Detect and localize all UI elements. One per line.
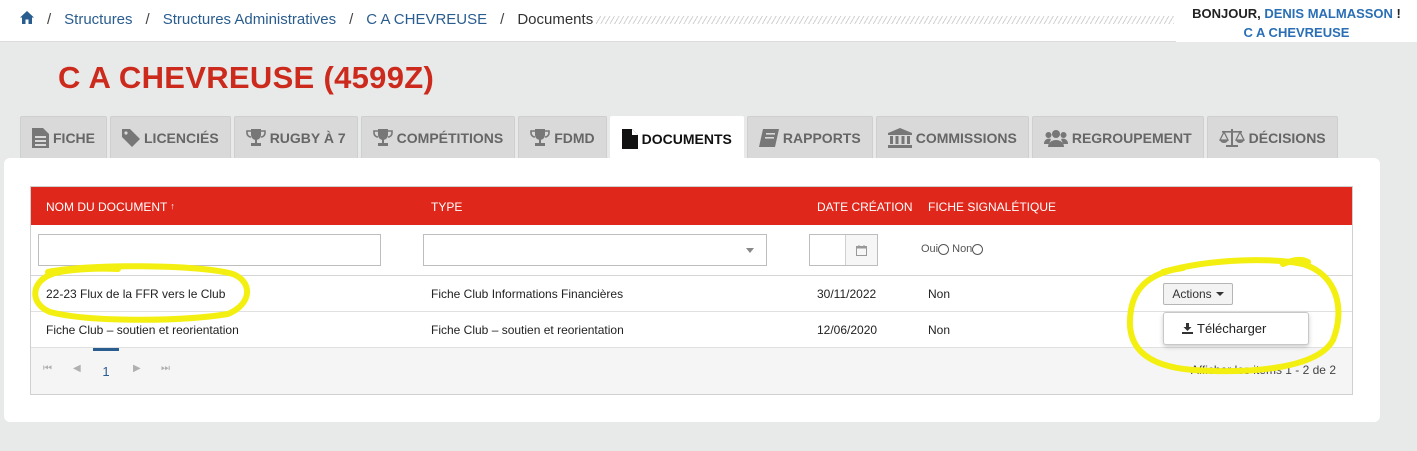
- column-header-type[interactable]: TYPE: [431, 200, 462, 214]
- type-filter-select[interactable]: [423, 234, 767, 266]
- trophy-icon: [530, 128, 551, 146]
- tab-licencies[interactable]: LICENCIÉS: [110, 116, 231, 158]
- fiche-radio-group: Oui Non: [921, 243, 984, 255]
- greeting-hello: BONJOUR,: [1192, 6, 1261, 21]
- tab-rapports[interactable]: RAPPORTS: [746, 116, 873, 158]
- prev-page-icon[interactable]: ◀: [73, 363, 81, 374]
- tab-decisions[interactable]: DÉCISIONS: [1206, 116, 1338, 158]
- cell-date: 30/11/2022: [817, 287, 877, 301]
- actions-label: Actions: [1172, 287, 1212, 301]
- trophy-icon: [245, 128, 266, 146]
- download-label: Télécharger: [1197, 321, 1267, 336]
- top-bar: / Structures / Structures Administrative…: [0, 0, 1417, 42]
- document-icon: [32, 127, 49, 148]
- caret-down-icon: [1215, 292, 1224, 296]
- book-icon: [758, 128, 779, 147]
- tab-label: COMPÉTITIONS: [396, 129, 504, 146]
- actions-button[interactable]: Actions: [1163, 283, 1233, 305]
- date-filter-input[interactable]: [809, 234, 878, 266]
- breadcrumb-structures[interactable]: Structures: [64, 11, 132, 28]
- balance-icon: [1218, 128, 1245, 147]
- tab-documents[interactable]: DOCUMENTS: [609, 116, 744, 160]
- cell-name: 22-23 Flux de la FFR vers le Club: [46, 287, 226, 301]
- column-header-fiche[interactable]: FICHE SIGNALÉTIQUE: [928, 200, 1056, 214]
- tab-regroupement[interactable]: REGROUPEMENT: [1031, 116, 1204, 158]
- radio-oui[interactable]: [938, 243, 950, 255]
- breadcrumb-separator: /: [47, 11, 52, 28]
- users-icon: [1043, 129, 1068, 147]
- tab-label: COMMISSIONS: [915, 129, 1017, 146]
- tab-label: LICENCIÉS: [144, 129, 219, 146]
- user-greeting: BONJOUR, DENIS MALMASSON ! C A CHEVREUSE: [1176, 0, 1417, 42]
- calendar-icon: [856, 244, 867, 256]
- tab-label: DOCUMENTS: [641, 130, 732, 147]
- first-page-icon[interactable]: ⏮: [43, 363, 52, 374]
- page-number[interactable]: 1: [93, 348, 119, 394]
- institution-icon: [887, 127, 912, 148]
- table-row[interactable]: Fiche Club – soutien et reorientation Fi…: [31, 312, 1352, 348]
- actions-dropdown-download[interactable]: Télécharger: [1163, 312, 1309, 345]
- pager: ⏮ ◀ 1 ▶ ⏭ Afficher les items 1 - 2 de 2: [31, 348, 1352, 394]
- cell-type: Fiche Club – soutien et reorientation: [431, 323, 624, 337]
- tab-label: FDMD: [554, 129, 595, 146]
- page-title: C A CHEVREUSE (4599Z): [58, 60, 435, 95]
- grid-header: NOM DU DOCUMENT ↑ TYPE DATE CRÉATION FICH…: [31, 187, 1352, 225]
- table-row[interactable]: 22-23 Flux de la FFR vers le Club Fiche …: [31, 276, 1352, 312]
- breadcrumb-separator: /: [349, 11, 354, 28]
- hatch-decoration: [596, 16, 1174, 24]
- breadcrumb-current: Documents: [517, 11, 594, 28]
- cell-name: Fiche Club – soutien et reorientation: [46, 323, 239, 337]
- tag-icon: [122, 128, 140, 147]
- radio-non-label: Non: [952, 243, 973, 255]
- cell-date: 12/06/2020: [817, 323, 878, 337]
- radio-oui-label: Oui: [921, 243, 939, 255]
- download-icon: [1182, 323, 1193, 334]
- tab-fdmd[interactable]: FDMD: [518, 116, 607, 158]
- cell-type: Fiche Club Informations Financières: [431, 287, 624, 301]
- sort-ascending-icon: ↑: [170, 201, 175, 211]
- next-page-icon[interactable]: ▶: [133, 363, 141, 374]
- tab-label: REGROUPEMENT: [1071, 129, 1192, 146]
- home-icon[interactable]: [20, 11, 34, 28]
- documents-grid: NOM DU DOCUMENT ↑ TYPE DATE CRÉATION FICH…: [30, 186, 1353, 395]
- cell-fiche: Non: [928, 287, 951, 301]
- tab-label: RUGBY À 7: [269, 129, 346, 146]
- pager-info: Afficher les items 1 - 2 de 2: [1190, 363, 1336, 377]
- file-icon: [621, 128, 638, 149]
- breadcrumb-separator: /: [145, 11, 150, 28]
- cell-fiche: Non: [928, 323, 951, 337]
- name-filter-input[interactable]: [38, 234, 381, 266]
- tab-competitions[interactable]: COMPÉTITIONS: [360, 116, 516, 158]
- tab-label: RAPPORTS: [782, 129, 861, 146]
- greeting-suffix: !: [1396, 6, 1401, 21]
- tab-bar: FICHE LICENCIÉS RUGBY À 7 COMPÉTITIONS F…: [20, 116, 1338, 160]
- tab-rugby-a-7[interactable]: RUGBY À 7: [233, 116, 358, 158]
- breadcrumb-club[interactable]: C A CHEVREUSE: [366, 11, 487, 28]
- greeting-club[interactable]: C A CHEVREUSE: [1176, 23, 1417, 42]
- last-page-icon[interactable]: ⏭: [161, 363, 170, 374]
- breadcrumb-separator: /: [500, 11, 505, 28]
- tab-fiche[interactable]: FICHE: [20, 116, 107, 158]
- filter-row: Oui Non: [31, 225, 1352, 276]
- column-header-date[interactable]: DATE CRÉATION: [817, 200, 913, 214]
- tab-commissions[interactable]: COMMISSIONS: [875, 116, 1029, 158]
- greeting-user-name[interactable]: DENIS MALMASSON: [1264, 6, 1393, 21]
- radio-non[interactable]: [972, 243, 984, 255]
- breadcrumb-structures-administratives[interactable]: Structures Administratives: [163, 11, 336, 28]
- column-header-name[interactable]: NOM DU DOCUMENT ↑: [46, 200, 175, 214]
- tab-label: DÉCISIONS: [1248, 129, 1326, 146]
- trophy-icon: [372, 128, 393, 146]
- tab-label: FICHE: [53, 129, 95, 146]
- calendar-button[interactable]: [845, 235, 877, 265]
- chevron-down-icon: [746, 248, 754, 253]
- breadcrumb: / Structures / Structures Administrative…: [20, 11, 593, 28]
